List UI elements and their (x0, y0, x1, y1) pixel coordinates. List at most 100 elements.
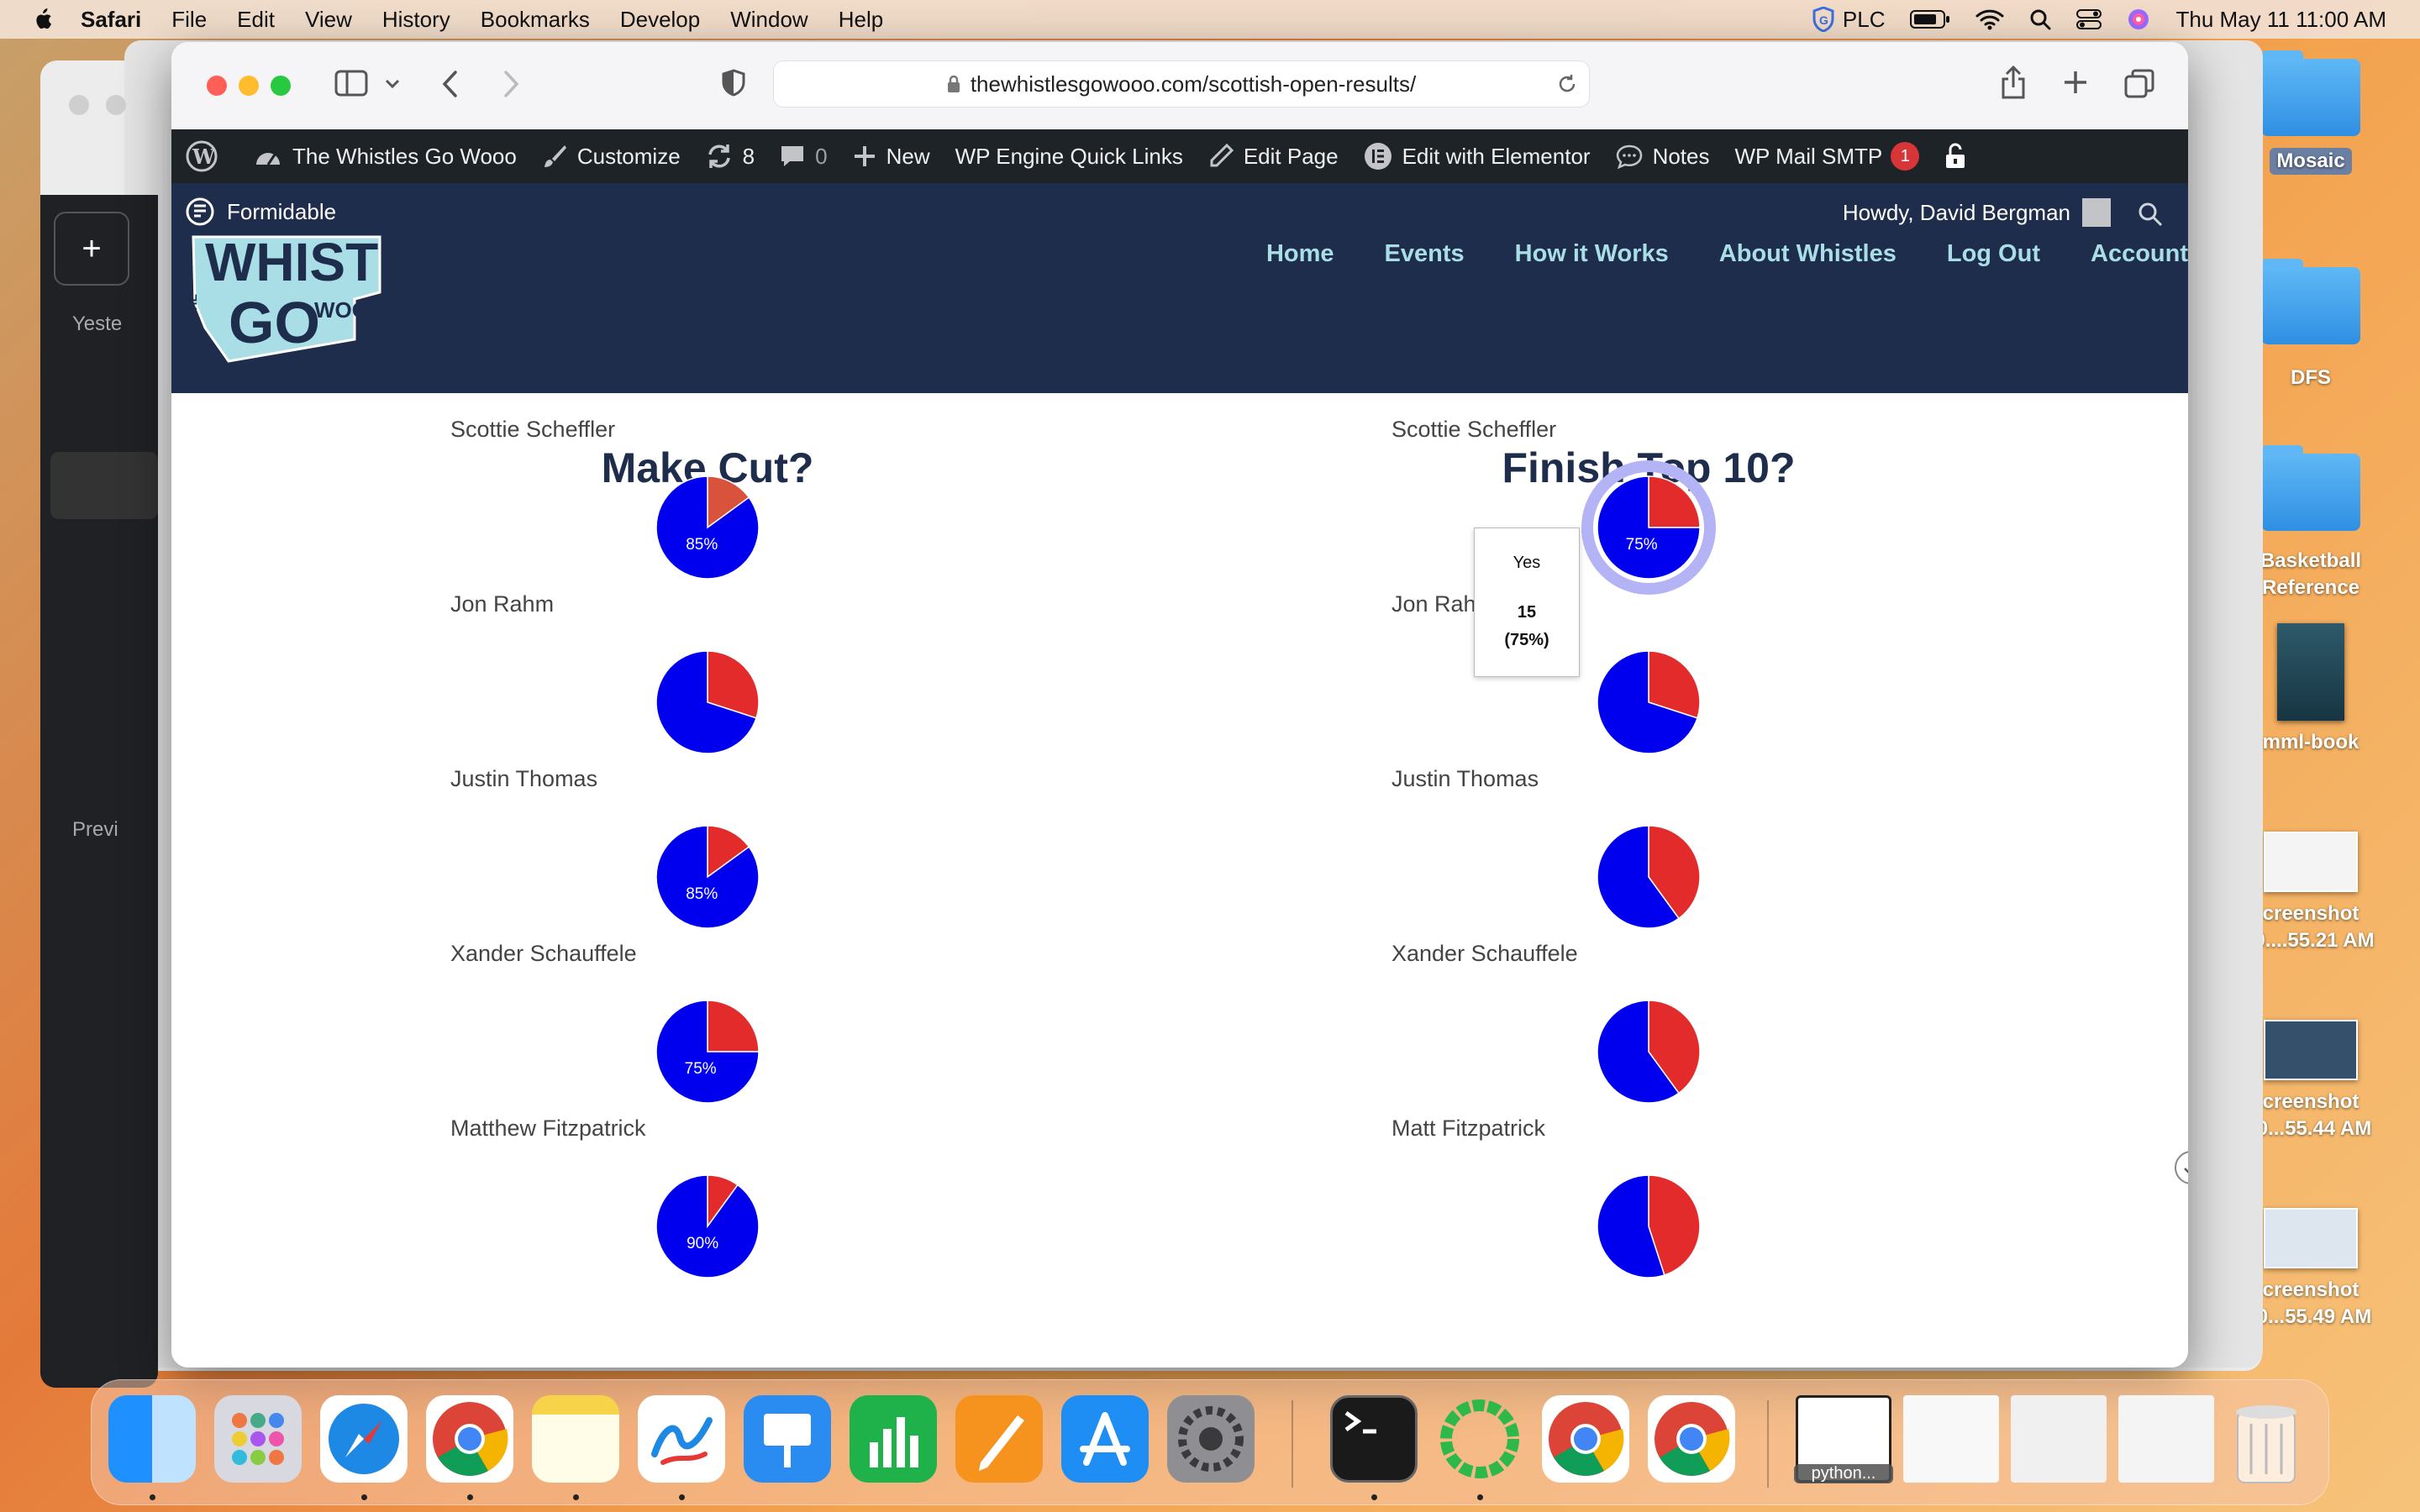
siri-icon[interactable] (2127, 8, 2150, 31)
logo-text-bottom: GO (229, 290, 320, 355)
wp-new[interactable]: New (853, 144, 930, 170)
share-icon[interactable] (2000, 66, 2027, 99)
sidebar-section-label: Yeste (72, 312, 123, 335)
wp-notes[interactable]: Notes (1616, 144, 1709, 170)
app-store-icon[interactable] (1061, 1395, 1149, 1483)
activity-ring-icon[interactable] (1436, 1395, 1523, 1483)
address-bar[interactable]: thewhistlesgowooo.com/scottish-open-resu… (773, 60, 1590, 108)
minimized-window-thumbnail[interactable] (2118, 1395, 2214, 1483)
pie-chart[interactable] (1581, 1158, 1717, 1294)
window-button[interactable] (106, 95, 126, 115)
pie-slice-yes[interactable] (655, 1174, 760, 1278)
minimized-window-thumbnail[interactable] (1903, 1395, 1999, 1483)
pie-chart[interactable] (1581, 634, 1717, 770)
pie-slice-no[interactable] (707, 1000, 760, 1053)
close-window-button[interactable] (207, 76, 227, 96)
terminal-icon[interactable] (1330, 1395, 1418, 1483)
window-button[interactable] (69, 95, 89, 115)
wp-edit-elementor-label: Edit with Elementor (1402, 143, 1591, 169)
tooltip-pct: (75%) (1504, 631, 1549, 649)
pie-chart[interactable] (639, 634, 776, 770)
minimize-window-button[interactable] (239, 76, 259, 96)
freeform-icon[interactable] (638, 1395, 725, 1483)
pie-chart[interactable]: 85% (639, 459, 776, 596)
vpn-status[interactable]: G PLC (1812, 7, 1885, 33)
nav-log-out[interactable]: Log Out (1947, 240, 2040, 268)
zoom-window-button[interactable] (271, 76, 291, 96)
nav-home[interactable]: Home (1266, 240, 1334, 268)
trash-icon[interactable] (2226, 1395, 2307, 1483)
chrome-icon[interactable] (1542, 1395, 1629, 1483)
howdy-user[interactable]: Howdy, David Bergman (1843, 198, 2111, 227)
menu-bar: Safari File Edit View History Bookmarks … (0, 0, 2420, 39)
control-center-icon[interactable] (2076, 8, 2102, 30)
numbers-icon[interactable] (850, 1395, 937, 1483)
keynote-icon[interactable] (744, 1395, 831, 1483)
wp-edit-page[interactable]: Edit Page (1208, 144, 1339, 170)
wordpress-logo-icon[interactable]: W (185, 139, 229, 173)
site-logo[interactable]: WHISTLES GO WOOO THE (180, 212, 395, 368)
notes-icon[interactable] (532, 1395, 619, 1483)
wp-edit-elementor[interactable]: Edit with Elementor (1364, 142, 1591, 171)
wp-engine-quick-links[interactable]: WP Engine Quick Links (955, 144, 1183, 170)
back-icon[interactable] (440, 69, 460, 99)
menu-help[interactable]: Help (839, 7, 883, 33)
pie-chart[interactable]: 75% (1581, 459, 1717, 596)
new-tab-icon[interactable] (2062, 69, 2089, 96)
tooltip-count: 15 (1517, 603, 1537, 622)
wp-comments[interactable]: 0 (780, 144, 828, 170)
minimized-window-thumbnail[interactable] (2011, 1395, 2107, 1483)
launchpad-icon[interactable] (214, 1395, 302, 1483)
wp-updates[interactable]: 8 (706, 143, 755, 170)
pie-data-label: 85% (686, 536, 718, 554)
system-settings-icon[interactable] (1167, 1395, 1255, 1483)
nav-account[interactable]: Account (2091, 240, 2188, 268)
pie-chart[interactable]: 85% (639, 809, 776, 945)
pie-chart[interactable]: 90% (639, 1158, 776, 1294)
search-icon[interactable] (2029, 8, 2051, 30)
new-chat-button[interactable]: + (54, 212, 129, 286)
chrome-icon[interactable] (426, 1395, 513, 1483)
battery-icon[interactable] (1910, 9, 1950, 29)
wp-mail-smtp[interactable]: WP Mail SMTP 1 (1734, 142, 1920, 171)
menu-history[interactable]: History (382, 7, 450, 33)
pie-chart[interactable] (1581, 984, 1717, 1120)
url-text: thewhistlesgowooo.com/scottish-open-resu… (970, 71, 1417, 97)
clock[interactable]: Thu May 11 11:00 AM (2175, 7, 2386, 33)
wp-mail-smtp-label: WP Mail SMTP (1734, 143, 1883, 169)
reload-icon[interactable] (1557, 74, 1577, 94)
nav-events[interactable]: Events (1385, 240, 1465, 268)
selected-chat-item[interactable] (50, 452, 158, 519)
lock-icon (947, 75, 960, 92)
menu-develop[interactable]: Develop (620, 7, 700, 33)
scroll-down-icon[interactable] (2173, 1149, 2188, 1186)
pages-icon[interactable] (955, 1395, 1043, 1483)
menu-window[interactable]: Window (730, 7, 808, 33)
pie-chart[interactable] (1581, 809, 1717, 945)
menu-file[interactable]: File (171, 7, 207, 33)
privacy-shield-icon[interactable] (721, 69, 746, 97)
nav-about-whistles[interactable]: About Whistles (1719, 240, 1897, 268)
menu-view[interactable]: View (305, 7, 352, 33)
forward-icon[interactable] (501, 69, 521, 99)
svg-text:W: W (192, 144, 216, 169)
wp-customize[interactable]: Customize (542, 144, 681, 170)
search-icon[interactable] (2138, 202, 2163, 227)
pie-chart[interactable]: 75% (639, 984, 776, 1120)
menu-app-name[interactable]: Safari (81, 7, 141, 33)
apple-icon[interactable] (34, 8, 52, 30)
sidebar-toggle-icon[interactable] (334, 69, 368, 97)
menu-edit[interactable]: Edit (237, 7, 275, 33)
chrome-icon[interactable] (1648, 1395, 1735, 1483)
wp-site-name[interactable]: The Whistles Go Wooo (254, 144, 517, 170)
wifi-icon[interactable] (1975, 8, 2004, 30)
safari-icon[interactable] (320, 1395, 408, 1483)
tab-overview-icon[interactable] (2124, 69, 2154, 99)
finder-icon[interactable] (108, 1395, 196, 1483)
player-name: Scottie Scheffler (1392, 417, 1557, 442)
menu-bookmarks[interactable]: Bookmarks (481, 7, 590, 33)
nav-how-it-works[interactable]: How it Works (1515, 240, 1669, 268)
shield-icon: G (1812, 7, 1834, 32)
unlock-icon[interactable] (1944, 143, 1976, 170)
chevron-down-icon[interactable] (385, 79, 400, 89)
